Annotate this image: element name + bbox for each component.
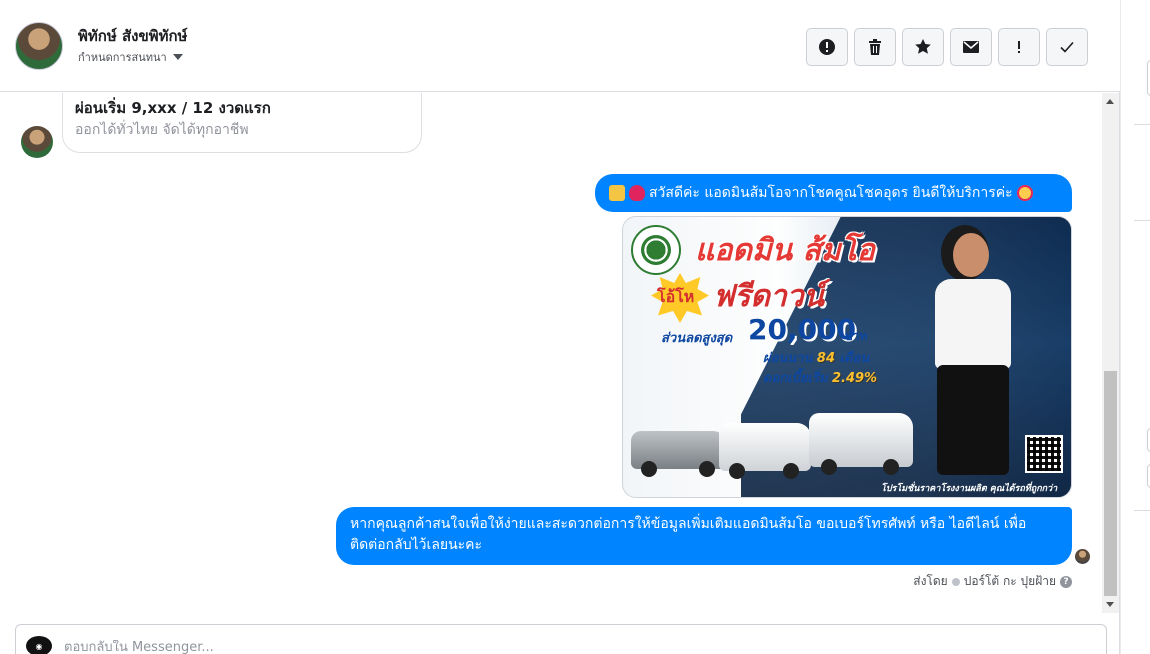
help-icon[interactable]: ? — [1060, 575, 1072, 588]
sender-name-link[interactable]: ปอร์โต้ กะ ปุยฝ้าย — [964, 572, 1056, 591]
thread-scrollbar[interactable] — [1102, 93, 1119, 613]
reply-input[interactable] — [64, 640, 664, 654]
page-avatar: ◉ — [26, 636, 52, 654]
exclamation-icon — [1018, 41, 1020, 53]
outgoing-message-greeting[interactable]: สวัสดีค่ะ แอดมินส้มโอจากโชคคูณโชคอุดร ยิ… — [595, 174, 1072, 212]
scroll-thumb[interactable] — [1104, 371, 1117, 596]
discount-label: ส่วนลดสูงสุด — [661, 331, 733, 346]
presenter-figure — [913, 227, 1033, 497]
conversation-toolbar — [806, 28, 1088, 66]
message-thread[interactable]: ผ่อนเริ่ม 9,xxx / 12 งวดแรก ออกได้ทั่วไท… — [0, 93, 1102, 613]
sedan-image — [631, 431, 727, 477]
mark-unread-button[interactable] — [950, 28, 992, 66]
incoming-ad-card[interactable]: ผ่อนเริ่ม 9,xxx / 12 งวดแรก ออกได้ทั่วไท… — [62, 93, 422, 153]
panel-divider — [1134, 220, 1150, 221]
ad-card-subtitle: ออกได้ทั่วไทย จัดได้ทุกอาชีพ — [75, 122, 249, 138]
pickup-cage-image — [809, 413, 913, 475]
greeting-text: สวัสดีค่ะ แอดมินส้มโอจากโชคคูณโชคอุดร ยิ… — [649, 184, 1013, 201]
star-icon — [915, 39, 931, 54]
smiling-face-hearts-icon — [1016, 185, 1033, 201]
panel-divider — [1134, 510, 1150, 511]
rate-line: ดอกเบี้ยเริ่ม 2.49% — [763, 371, 878, 386]
alert-circle-icon — [819, 39, 835, 55]
ad-card-title: ผ่อนเริ่ม 9,xxx / 12 งวดแรก — [75, 99, 271, 117]
pickup-image — [719, 423, 811, 479]
qr-code — [1025, 435, 1063, 473]
scroll-up-arrow-icon[interactable] — [1106, 99, 1114, 104]
praying-hands-icon — [609, 185, 625, 201]
discount-value: 20,000 — [748, 313, 857, 346]
conversation-header: พิทักษ์ สังขพิทักษ์ กำหนดการสนทนา — [0, 0, 1120, 92]
delete-button[interactable] — [854, 28, 896, 66]
panel-divider — [1134, 124, 1150, 125]
promo-footer: โปรโมชั่นราคาโรงงานผลิต คุณได้รถที่ถูกกว… — [881, 484, 1058, 494]
seen-indicator-avatar — [1075, 549, 1090, 564]
done-button[interactable] — [1046, 28, 1088, 66]
dealer-logo — [631, 225, 681, 275]
scroll-down-arrow-icon[interactable] — [1106, 602, 1114, 607]
currency-label: บาท — [845, 329, 868, 343]
heart-icon — [629, 185, 645, 201]
caret-down-icon — [172, 54, 183, 60]
details-panel — [1121, 0, 1150, 654]
sent-by-label: ส่งโดย — [913, 574, 948, 588]
trash-icon — [869, 39, 881, 55]
sent-by-line: ส่งโดย ปอร์โต้ กะ ปุยฝ้าย ? — [913, 572, 1072, 591]
promo-title: แอดมิน ส้มโอ — [695, 233, 875, 268]
assign-conversation-dropdown[interactable]: กำหนดการสนทนา — [78, 48, 183, 66]
spam-button[interactable] — [806, 28, 848, 66]
outgoing-message-followup[interactable]: หากคุณลูกค้าสนใจเพื่อให้ง่ายและสะดวกต่อก… — [336, 507, 1072, 565]
contact-name[interactable]: พิทักษ์ สังขพิทักษ์ — [78, 24, 187, 48]
conversation-pane: พิทักษ์ สังขพิทักษ์ กำหนดการสนทนา ผ่อนเร… — [0, 0, 1120, 654]
envelope-icon — [963, 41, 979, 53]
follow-up-button[interactable] — [998, 28, 1040, 66]
star-button[interactable] — [902, 28, 944, 66]
assign-label: กำหนดการสนทนา — [78, 51, 167, 64]
messenger-inbox: พิทักษ์ สังขพิทักษ์ กำหนดการสนทนา ผ่อนเร… — [0, 0, 1150, 654]
checkmark-icon — [1060, 41, 1074, 53]
sender-avatar[interactable] — [21, 126, 53, 158]
term-line: ผ่อนนาน 84 เดือน — [763, 351, 870, 366]
promo-image[interactable]: แอดมิน ส้มโอ โอ้โห ฟรีดาวน์ ส่วนลดสูงสุด… — [622, 216, 1072, 498]
reply-composer: ◉ — [15, 624, 1107, 654]
badge-text: โอ้โห — [657, 287, 695, 306]
contact-avatar[interactable] — [15, 22, 63, 70]
sender-dot-icon — [951, 577, 960, 586]
